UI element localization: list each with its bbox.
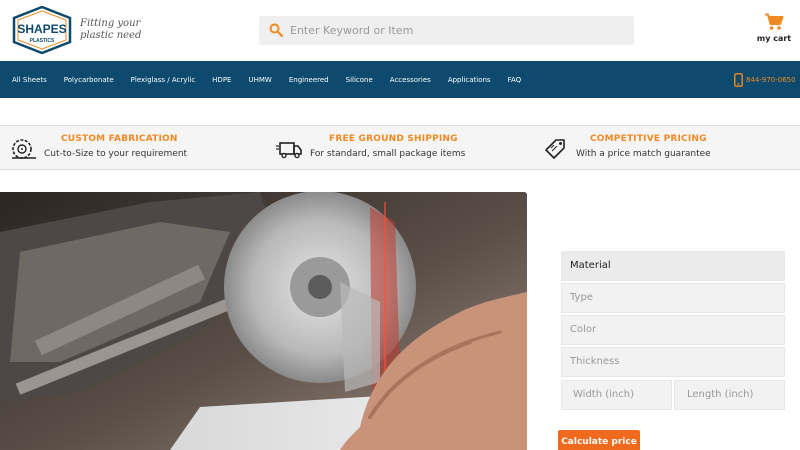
tagline-line1: Fitting your <box>80 18 141 29</box>
search-bar <box>259 16 634 45</box>
search-input[interactable] <box>290 16 620 45</box>
nav-item-engineered[interactable]: Engineered <box>289 76 329 84</box>
feature-competitive-pricing: COMPETITIVE PRICING With a price match g… <box>542 134 742 164</box>
hero-illustration <box>0 192 527 450</box>
feature-custom-fabrication: CUSTOM FABRICATION Cut-to-Size to your r… <box>10 134 250 164</box>
feature-title: FREE GROUND SHIPPING <box>329 134 458 144</box>
feature-title: CUSTOM FABRICATION <box>61 134 178 144</box>
saw-blade-icon <box>12 139 36 159</box>
feature-title: COMPETITIVE PRICING <box>590 134 707 144</box>
type-select[interactable]: Type <box>561 283 785 313</box>
nav-item-faq[interactable]: FAQ <box>508 76 522 84</box>
nav-item-hdpe[interactable]: HDPE <box>212 76 231 84</box>
nav-item-all-sheets[interactable]: All Sheets <box>12 76 47 84</box>
shopping-cart-icon <box>765 13 784 30</box>
tagline-line2: plastic need <box>80 30 142 41</box>
length-input[interactable]: Length (inch) <box>674 380 785 410</box>
features-strip: CUSTOM FABRICATION Cut-to-Size to your r… <box>0 125 800 170</box>
nav-item-plexiglass-acrylic[interactable]: Plexiglass / Acrylic <box>131 76 196 84</box>
cart-label: my cart <box>756 34 792 43</box>
site-header: SHAPES PLASTICS Fitting your plastic nee… <box>0 0 800 61</box>
nav-item-applications[interactable]: Applications <box>448 76 491 84</box>
width-input[interactable]: Width (inch) <box>561 380 672 410</box>
calculate-price-button[interactable]: Calculate price <box>558 430 640 450</box>
nav-item-polycarbonate[interactable]: Polycarbonate <box>64 76 114 84</box>
mobile-phone-icon <box>734 73 743 87</box>
cart-button[interactable]: my cart <box>756 13 792 49</box>
color-select[interactable]: Color <box>561 315 785 345</box>
feature-subtitle: With a price match guarantee <box>576 149 711 159</box>
nav-item-uhmw[interactable]: UHMW <box>248 76 271 84</box>
search-icon[interactable] <box>269 23 283 37</box>
feature-free-ground-shipping: FREE GROUND SHIPPING For standard, small… <box>276 134 476 164</box>
hero-image-saw-cutting <box>0 192 527 450</box>
price-tag-icon <box>545 139 565 159</box>
tagline: Fitting your plastic need <box>80 18 141 42</box>
logo-text-bottom: PLASTICS <box>30 38 55 44</box>
thickness-select[interactable]: Thickness <box>561 347 785 377</box>
material-select[interactable]: Material <box>561 251 785 281</box>
phone-number: 844-970-0650 <box>746 76 796 84</box>
shapes-plastics-logo[interactable]: SHAPES PLASTICS <box>12 5 72 55</box>
feature-subtitle: For standard, small package items <box>310 149 466 159</box>
logo-text-top: SHAPES <box>17 22 66 36</box>
delivery-truck-icon <box>276 142 302 159</box>
feature-subtitle: Cut-to-Size to your requirement <box>44 149 188 159</box>
nav-item-accessories[interactable]: Accessories <box>390 76 431 84</box>
phone-link[interactable]: 844-970-0650 <box>734 72 796 88</box>
main-nav: All Sheets Polycarbonate Plexiglass / Ac… <box>0 61 800 98</box>
nav-item-silicone[interactable]: Silicone <box>346 76 373 84</box>
